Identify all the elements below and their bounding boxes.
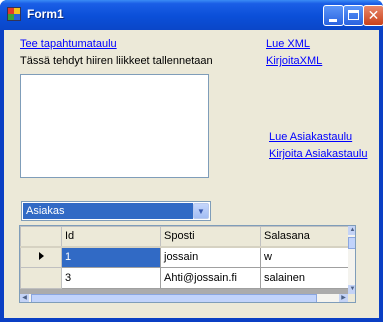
horizontal-scrollbar[interactable]: ◀ ▶ (20, 294, 348, 302)
cell-id[interactable]: 3 (61, 267, 161, 289)
column-header-sposti[interactable]: Sposti (160, 226, 261, 248)
cell-salasana[interactable]: w (260, 246, 349, 268)
scrollbar-corner (348, 294, 355, 302)
minimize-button[interactable] (323, 5, 344, 26)
scroll-down-icon[interactable]: ▼ (348, 285, 355, 294)
kirjoita-xml-link[interactable]: KirjoitaXML (266, 55, 322, 67)
row-header[interactable] (20, 246, 62, 268)
table-row[interactable]: 3 Ahti@jossain.fi salainen (20, 267, 349, 289)
cell-id[interactable]: 1 (61, 246, 161, 268)
vertical-scroll-thumb[interactable] (348, 237, 355, 249)
scroll-right-icon[interactable]: ▶ (339, 294, 348, 302)
cell-salasana[interactable]: salainen (260, 267, 349, 289)
main-window: Form1 ✕ Tee tapahtumataulu Tässä tehdyt … (0, 0, 383, 322)
current-row-arrow-icon (38, 252, 44, 261)
kirjoita-asiakastaulu-link[interactable]: Kirjoita Asiakastaulu (269, 148, 367, 160)
row-header-corner[interactable] (20, 226, 62, 248)
maximize-icon (348, 10, 359, 20)
data-grid[interactable]: Id Sposti Salasana 1 jossain w 3 Ahti@jo… (19, 225, 356, 303)
vertical-scrollbar[interactable]: ▲ ▼ (348, 226, 355, 294)
grid-header-row: Id Sposti Salasana (20, 226, 349, 248)
row-header[interactable] (20, 267, 62, 289)
form-icon[interactable] (7, 7, 21, 21)
column-header-id[interactable]: Id (61, 226, 161, 248)
close-icon: ✕ (367, 7, 380, 23)
cell-sposti[interactable]: Ahti@jossain.fi (160, 267, 261, 289)
horizontal-scroll-thumb[interactable] (31, 294, 317, 302)
close-button[interactable]: ✕ (363, 5, 383, 26)
tee-tapahtumataulu-link[interactable]: Tee tapahtumataulu (20, 38, 117, 50)
window-title: Form1 (27, 7, 64, 21)
lue-asiakastaulu-link[interactable]: Lue Asiakastaulu (269, 131, 352, 143)
maximize-button[interactable] (343, 5, 364, 26)
form-client-area: Tee tapahtumataulu Tässä tehdyt hiiren l… (4, 30, 379, 318)
mouse-recording-label: Tässä tehdyt hiiren liikkeet tallennetaa… (20, 55, 213, 67)
table-row[interactable]: 1 jossain w (20, 246, 349, 268)
scroll-left-icon[interactable]: ◀ (20, 294, 29, 302)
combobox-selected-value: Asiakas (23, 203, 193, 219)
title-bar[interactable]: Form1 ✕ (0, 0, 383, 30)
scroll-up-icon[interactable]: ▲ (348, 226, 355, 235)
data-grid-table: Id Sposti Salasana 1 jossain w 3 Ahti@jo… (20, 226, 349, 289)
table-select-combobox[interactable]: Asiakas ▼ (21, 201, 211, 221)
column-header-salasana[interactable]: Salasana (260, 226, 349, 248)
minimize-icon (329, 19, 337, 22)
mouse-movement-textbox[interactable] (20, 74, 209, 178)
chevron-down-icon[interactable]: ▼ (193, 203, 209, 219)
cell-sposti[interactable]: jossain (160, 246, 261, 268)
lue-xml-link[interactable]: Lue XML (266, 38, 310, 50)
